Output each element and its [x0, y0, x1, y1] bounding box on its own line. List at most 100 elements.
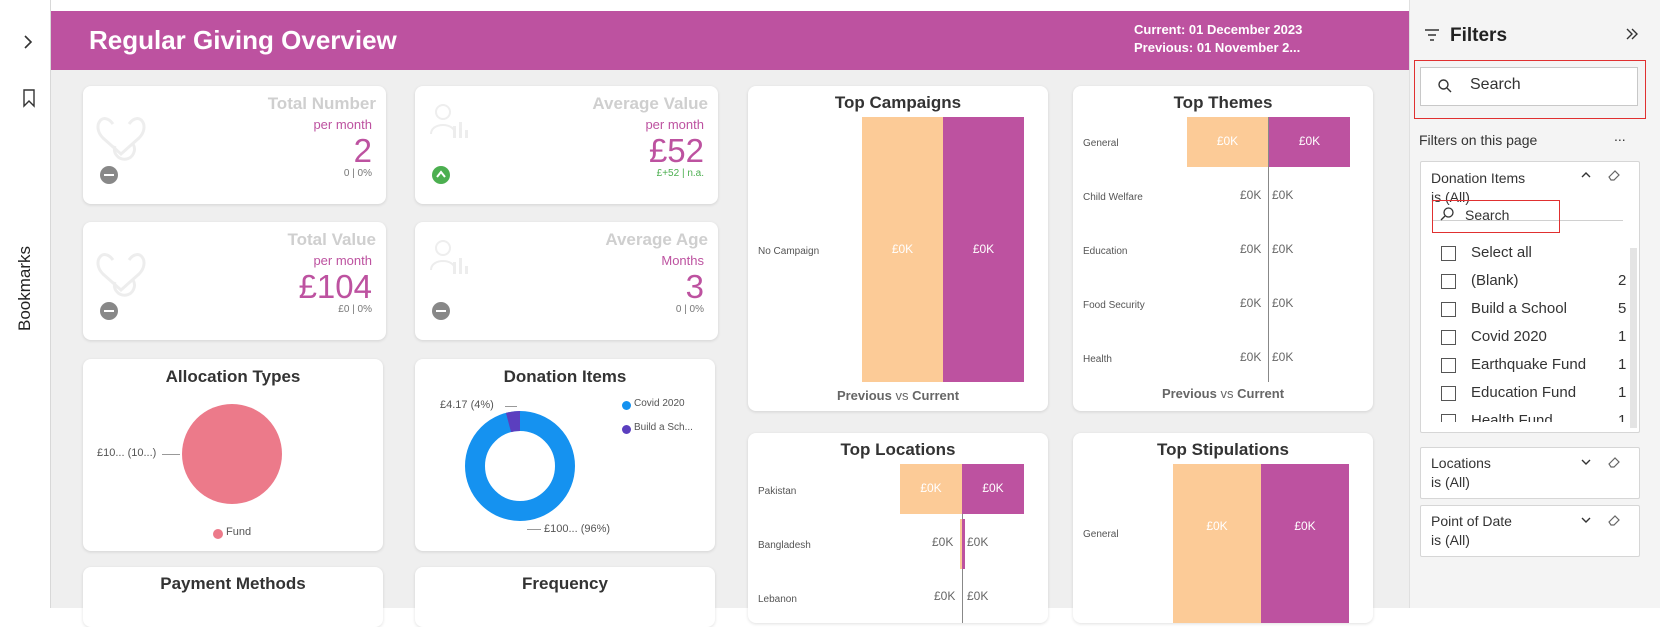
legend-current: Current — [1237, 386, 1285, 401]
scrollbar[interactable] — [1630, 248, 1637, 428]
option-count: 1 — [1618, 412, 1627, 422]
bar-value: £0K — [934, 589, 956, 603]
top-stipulations-chart[interactable]: Top Stipulations General £0K £0K — [1073, 433, 1373, 623]
pie-slice-fund[interactable] — [182, 404, 282, 504]
legend-swatch — [622, 425, 631, 434]
section-label: Filters on this page — [1419, 132, 1538, 148]
checkbox[interactable] — [1441, 386, 1456, 401]
legend-swatch — [213, 529, 223, 539]
kpi-change: £+52 | n.a. — [656, 168, 704, 179]
chart-title: Donation Items — [503, 367, 627, 386]
checkbox[interactable] — [1441, 330, 1456, 345]
leader-line — [527, 529, 541, 530]
kpi-average-age[interactable]: Average Age Months 3 0 | 0% — [415, 222, 718, 340]
current-date: Current: 01 December 2023 — [1134, 22, 1303, 37]
filter-option[interactable]: Covid 2020 1 — [1421, 325, 1626, 353]
more-options-icon[interactable]: ... — [1614, 128, 1626, 144]
kpi-average-value[interactable]: Average Value per month £52 £+52 | n.a. — [415, 86, 718, 204]
filter-option[interactable]: Select all — [1421, 241, 1621, 269]
chevron-down-icon[interactable] — [1579, 455, 1593, 469]
bar-value: £0K — [1272, 188, 1294, 202]
kpi-total-number[interactable]: Total Number per month 2 0 | 0% — [83, 86, 386, 204]
row-label: General — [1083, 529, 1119, 540]
kpi-total-value[interactable]: Total Value per month £104 £0 | 0% — [83, 222, 386, 340]
eraser-icon[interactable] — [1607, 168, 1621, 182]
highlight-box — [1432, 200, 1560, 233]
previous-bar[interactable]: £0K — [862, 117, 943, 382]
checkbox[interactable] — [1441, 302, 1456, 317]
row-label: No Campaign — [758, 246, 820, 257]
kpi-value: £104 — [298, 268, 372, 305]
filter-card-locations[interactable]: Locations is (All) — [1420, 447, 1640, 499]
donut-label-large: £100... (96%) — [544, 523, 611, 535]
allocation-types-chart[interactable]: Allocation Types £10... (10...) Fund — [83, 359, 383, 551]
kpi-title: Total Value — [287, 230, 377, 249]
chevron-right-icon[interactable] — [18, 32, 38, 52]
eraser-icon[interactable] — [1607, 455, 1621, 469]
filter-card-donation-items[interactable]: Donation Items is (All) Search Select al… — [1420, 161, 1640, 433]
donut-segment-build-a-school[interactable] — [505, 411, 521, 433]
neutral-status-icon — [100, 302, 118, 320]
legend-label: Build a Sch... — [634, 422, 693, 433]
collapse-pane-icon[interactable] — [1624, 26, 1640, 42]
chart-title: Allocation Types — [165, 367, 301, 386]
previous-bar[interactable]: £0K — [1173, 464, 1261, 623]
eraser-icon[interactable] — [1607, 513, 1621, 527]
current-bar[interactable]: £0K — [962, 464, 1024, 514]
payment-methods-chart[interactable]: Payment Methods — [83, 567, 383, 627]
legend-vs: vs — [1220, 386, 1234, 401]
filter-option[interactable]: (Blank) 2 — [1421, 269, 1626, 297]
frequency-chart[interactable]: Frequency — [415, 567, 715, 627]
legend-current: Current — [912, 388, 960, 403]
bookmark-icon[interactable] — [20, 88, 38, 108]
bar-value: £0K — [972, 242, 995, 256]
checkbox[interactable] — [1441, 358, 1456, 373]
current-bar[interactable] — [962, 519, 965, 569]
chevron-up-icon[interactable] — [1579, 168, 1593, 182]
filter-icon — [1422, 25, 1442, 45]
previous-bar[interactable]: £0K — [1187, 117, 1268, 167]
chart-title: Frequency — [522, 574, 608, 593]
chevron-down-icon[interactable] — [1579, 513, 1593, 527]
option-label: Select all — [1471, 244, 1532, 261]
legend-previous: Previous — [1161, 386, 1217, 401]
legend-label: Covid 2020 — [634, 398, 685, 409]
top-campaigns-chart[interactable]: Top Campaigns No Campaign £0K £0K Previo… — [748, 86, 1048, 411]
previous-bar[interactable]: £0K — [900, 464, 962, 514]
current-bar[interactable]: £0K — [1261, 464, 1349, 623]
filter-option[interactable]: Earthquake Fund 1 — [1421, 353, 1626, 381]
current-bar[interactable]: £0K — [1269, 117, 1350, 167]
bar-value: £0K — [1272, 296, 1294, 310]
bar-value: £0K — [1240, 188, 1262, 202]
checkbox[interactable] — [1441, 414, 1456, 422]
pie-data-label: £10... (10...) — [97, 447, 157, 459]
top-locations-chart[interactable]: Top Locations Pakistan £0K £0K Banglades… — [748, 433, 1048, 623]
donut-segment-covid-2020[interactable] — [465, 411, 575, 521]
option-count: 2 — [1618, 272, 1627, 289]
filter-option[interactable]: Health Fund 1 — [1421, 409, 1626, 422]
filter-state: is (All) — [1431, 474, 1470, 490]
filter-name: Locations — [1431, 455, 1491, 471]
checkbox[interactable] — [1441, 274, 1456, 289]
donation-items-chart[interactable]: Donation Items £4.17 (4%) £100... (96%) … — [415, 359, 715, 551]
checkbox[interactable] — [1441, 246, 1456, 261]
bar-value: £0K — [920, 481, 942, 495]
filter-name: Donation Items — [1431, 170, 1526, 186]
row-label: General — [1083, 138, 1119, 149]
bar-value: £0K — [967, 589, 989, 603]
bar-value: £0K — [967, 535, 989, 549]
top-themes-chart[interactable]: Top Themes General £0K £0K Child Welfare… — [1073, 86, 1373, 411]
current-bar[interactable]: £0K — [943, 117, 1024, 382]
filter-option[interactable]: Build a School 5 — [1421, 297, 1626, 325]
filter-option[interactable]: Education Fund 1 — [1421, 381, 1626, 409]
donut-chart — [465, 411, 575, 521]
bookmarks-label[interactable]: Bookmarks — [15, 205, 35, 331]
chart-title: Top Campaigns — [834, 93, 962, 112]
kpi-title: Average Age — [605, 230, 708, 249]
previous-date: Previous: 01 November 2... — [1134, 40, 1301, 55]
page-title: Regular Giving Overview — [89, 25, 397, 55]
bar-value: £0K — [1272, 242, 1294, 256]
option-count: 1 — [1618, 328, 1627, 345]
filters-title: Filters — [1450, 25, 1508, 46]
filter-card-point-of-date[interactable]: Point of Date is (All) — [1420, 505, 1640, 557]
